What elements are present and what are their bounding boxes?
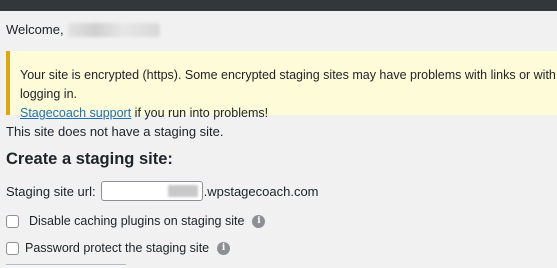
admin-top-bar	[0, 0, 557, 11]
notice-message: Your site is encrypted (https). Some enc…	[20, 68, 556, 101]
password-protect-label: Password protect the staging site	[25, 241, 210, 255]
disable-caching-option: Disable caching plugins on staging site …	[6, 214, 266, 228]
https-warning-notice: Your site is encrypted (https). Some enc…	[6, 51, 557, 120]
notice-line-2-text: if you run into problems!	[131, 106, 269, 120]
staging-url-input[interactable]	[100, 181, 203, 201]
stagecoach-support-link[interactable]: Stagecoach support	[20, 106, 131, 120]
info-icon[interactable]: i	[252, 214, 266, 228]
redacted-url-text	[167, 185, 198, 197]
disable-caching-checkbox[interactable]	[6, 214, 19, 228]
welcome-label: Welcome,	[6, 22, 64, 37]
disable-caching-label: Disable caching plugins on staging site	[29, 214, 245, 228]
notice-line-2: Stagecoach support if you run into probl…	[20, 104, 557, 123]
info-icon[interactable]: i	[217, 241, 231, 255]
password-protect-option: Password protect the staging site i	[6, 241, 231, 255]
welcome-line: Welcome,	[6, 22, 160, 37]
create-staging-heading: Create a staging site:	[6, 150, 173, 168]
redacted-username	[67, 22, 160, 37]
password-protect-checkbox[interactable]	[6, 241, 19, 255]
staging-url-label: Staging site url:	[6, 183, 96, 199]
submit-button-edge[interactable]	[6, 264, 126, 268]
staging-url-suffix: .wpstagecoach.com	[203, 183, 319, 199]
staging-url-row: Staging site url: .wpstagecoach.com	[6, 181, 319, 201]
staging-status-text: This site does not have a staging site.	[6, 124, 224, 139]
